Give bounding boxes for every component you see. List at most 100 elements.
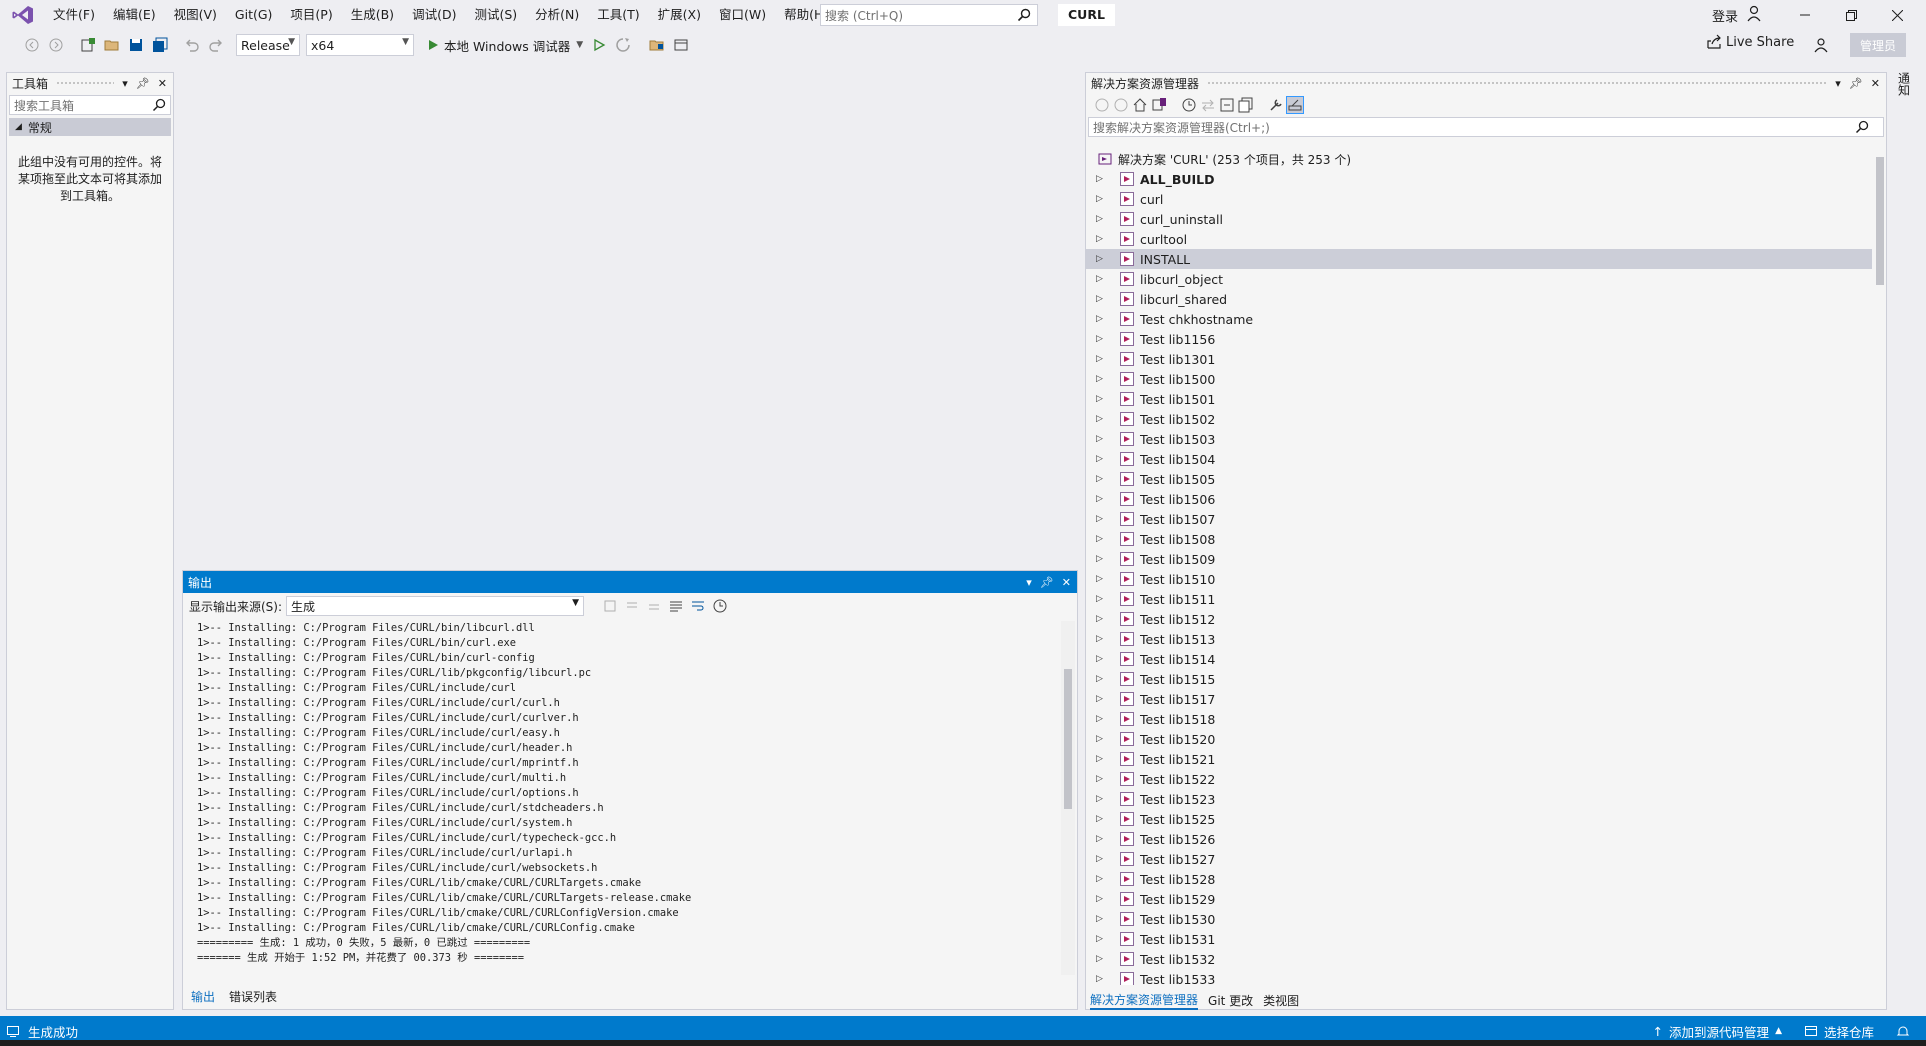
menu-tools[interactable]: 工具(T) [588, 0, 648, 30]
account-icon[interactable] [1746, 5, 1762, 23]
solution-configuration-dropdown[interactable]: Release ▼ [236, 34, 300, 56]
sync-icon[interactable] [1200, 97, 1216, 113]
live-share-button[interactable]: Live Share [1706, 34, 1794, 50]
minimize-button[interactable] [1782, 0, 1828, 30]
expand-arrow-icon[interactable]: ▷ [1096, 554, 1108, 564]
tree-item[interactable]: ▷ libcurl_shared [1086, 289, 1872, 309]
tab-class-view[interactable]: 类视图 [1263, 992, 1299, 1009]
tree-item[interactable]: ▷ curl_uninstall [1086, 209, 1872, 229]
expand-arrow-icon[interactable]: ▷ [1096, 694, 1108, 704]
save-icon[interactable] [126, 35, 146, 55]
expand-arrow-icon[interactable]: ▷ [1096, 194, 1108, 204]
open-folder-icon[interactable] [102, 35, 122, 55]
preview-selected-items-icon[interactable] [1286, 96, 1304, 114]
start-debugging-button[interactable]: 本地 Windows 调试器 ▼ [426, 36, 583, 55]
tree-item[interactable]: ▷ Test lib1518 [1086, 709, 1872, 729]
expand-arrow-icon[interactable]: ▷ [1096, 294, 1108, 304]
back-icon[interactable] [1094, 97, 1110, 113]
expand-arrow-icon[interactable]: ▷ [1096, 374, 1108, 384]
save-all-icon[interactable] [150, 35, 170, 55]
undo-icon[interactable] [182, 35, 202, 55]
expand-arrow-icon[interactable]: ▷ [1096, 354, 1108, 364]
previous-message-icon[interactable] [624, 598, 640, 614]
tree-item[interactable]: ▷ Test lib1533 [1086, 969, 1872, 985]
layout-icon[interactable] [671, 35, 691, 55]
menu-file[interactable]: 文件(F) [44, 0, 104, 30]
tree-item[interactable]: ▷ Test lib1508 [1086, 529, 1872, 549]
tree-item[interactable]: ▷ Test lib1530 [1086, 909, 1872, 929]
menu-edit[interactable]: 编辑(E) [104, 0, 165, 30]
menu-git[interactable]: Git(G) [226, 0, 282, 30]
tree-item[interactable]: ▷ Test lib1531 [1086, 929, 1872, 949]
menu-test[interactable]: 测试(S) [465, 0, 526, 30]
tree-item[interactable]: ▷ Test lib1514 [1086, 649, 1872, 669]
expand-arrow-icon[interactable]: ▷ [1096, 434, 1108, 444]
tree-item[interactable]: ▷ Test lib1500 [1086, 369, 1872, 389]
expand-arrow-icon[interactable]: ▷ [1096, 774, 1108, 784]
close-icon[interactable]: ✕ [1062, 576, 1071, 589]
hot-reload-icon[interactable] [613, 35, 633, 55]
expand-arrow-icon[interactable]: ▷ [1096, 794, 1108, 804]
expand-arrow-icon[interactable]: ▷ [1096, 954, 1108, 964]
tree-item[interactable]: ▷ Test lib1522 [1086, 769, 1872, 789]
expand-arrow-icon[interactable]: ▷ [1096, 634, 1108, 644]
expand-arrow-icon[interactable]: ▷ [1096, 534, 1108, 544]
expand-arrow-icon[interactable]: ▷ [1096, 174, 1108, 184]
expand-arrow-icon[interactable]: ▷ [1096, 234, 1108, 244]
switch-views-icon[interactable] [1151, 97, 1167, 113]
output-scrollbar[interactable] [1061, 621, 1075, 975]
tree-item[interactable]: ▷ Test lib1511 [1086, 589, 1872, 609]
expand-arrow-icon[interactable]: ▷ [1096, 894, 1108, 904]
panel-menu-icon[interactable]: ▾ [1026, 576, 1032, 589]
tree-item[interactable]: ▷ Test lib1505 [1086, 469, 1872, 489]
tree-item[interactable]: ▷ Test lib1532 [1086, 949, 1872, 969]
tree-item[interactable]: ▷ Test chkhostname [1086, 309, 1872, 329]
output-scroll-thumb[interactable] [1064, 669, 1072, 809]
expand-arrow-icon[interactable]: ▷ [1096, 394, 1108, 404]
feedback-icon[interactable] [1812, 36, 1830, 54]
show-all-files-icon[interactable] [1238, 97, 1254, 113]
expand-arrow-icon[interactable]: ▷ [1096, 674, 1108, 684]
tree-item[interactable]: ▷ Test lib1513 [1086, 629, 1872, 649]
pending-changes-filter-icon[interactable] [1181, 97, 1197, 113]
properties-icon[interactable] [1268, 97, 1284, 113]
expand-arrow-icon[interactable]: ▷ [1096, 454, 1108, 464]
expand-arrow-icon[interactable]: ▷ [1096, 734, 1108, 744]
menu-window[interactable]: 窗口(W) [710, 0, 775, 30]
expand-arrow-icon[interactable]: ▷ [1096, 654, 1108, 664]
navigate-forward-icon[interactable] [46, 35, 66, 55]
expand-arrow-icon[interactable]: ▷ [1096, 474, 1108, 484]
pin-icon[interactable]: 📌︎ [1040, 576, 1054, 589]
tree-item[interactable]: ▷ Test lib1527 [1086, 849, 1872, 869]
new-project-icon[interactable] [78, 35, 98, 55]
menu-build[interactable]: 生成(B) [342, 0, 403, 30]
expand-arrow-icon[interactable]: ▷ [1096, 214, 1108, 224]
menu-extensions[interactable]: 扩展(X) [649, 0, 710, 30]
add-to-source-control-button[interactable]: ↑ 添加到源代码管理 ▲ [1653, 1022, 1782, 1041]
menu-debug[interactable]: 调试(D) [403, 0, 465, 30]
tree-item[interactable]: ▷ Test lib1529 [1086, 889, 1872, 909]
expand-arrow-icon[interactable]: ▷ [1096, 594, 1108, 604]
tree-item[interactable]: ▷ Test lib1502 [1086, 409, 1872, 429]
tree-item[interactable]: ▷ Test lib1156 [1086, 329, 1872, 349]
next-message-icon[interactable] [646, 598, 662, 614]
output-source-dropdown[interactable]: 生成 ▼ [286, 596, 585, 616]
solution-platform-dropdown[interactable]: x64 ▼ [306, 34, 414, 56]
expand-arrow-icon[interactable]: ▷ [1096, 254, 1108, 264]
close-icon[interactable]: ✕ [1871, 77, 1880, 90]
expand-arrow-icon[interactable]: ▷ [1096, 974, 1108, 984]
tree-item[interactable]: ▷ Test lib1525 [1086, 809, 1872, 829]
panel-menu-icon[interactable]: ▾ [1835, 77, 1841, 90]
select-repository-button[interactable]: 选择仓库 [1804, 1022, 1874, 1041]
expand-arrow-icon[interactable]: ▷ [1096, 854, 1108, 864]
expand-arrow-icon[interactable]: ▷ [1096, 754, 1108, 764]
close-window-button[interactable] [1874, 0, 1920, 30]
expand-arrow-icon[interactable]: ▷ [1096, 514, 1108, 524]
close-icon[interactable]: ✕ [158, 77, 167, 90]
clock-icon[interactable] [712, 598, 728, 614]
output-text-area[interactable]: 1>-- Installing: C:/Program Files/CURL/b… [189, 621, 1057, 975]
tree-item[interactable]: ▷ Test lib1512 [1086, 609, 1872, 629]
forward-icon[interactable] [1113, 97, 1129, 113]
expand-arrow-icon[interactable]: ▷ [1096, 814, 1108, 824]
notifications-side-tab[interactable]: 通知 [1893, 68, 1915, 128]
